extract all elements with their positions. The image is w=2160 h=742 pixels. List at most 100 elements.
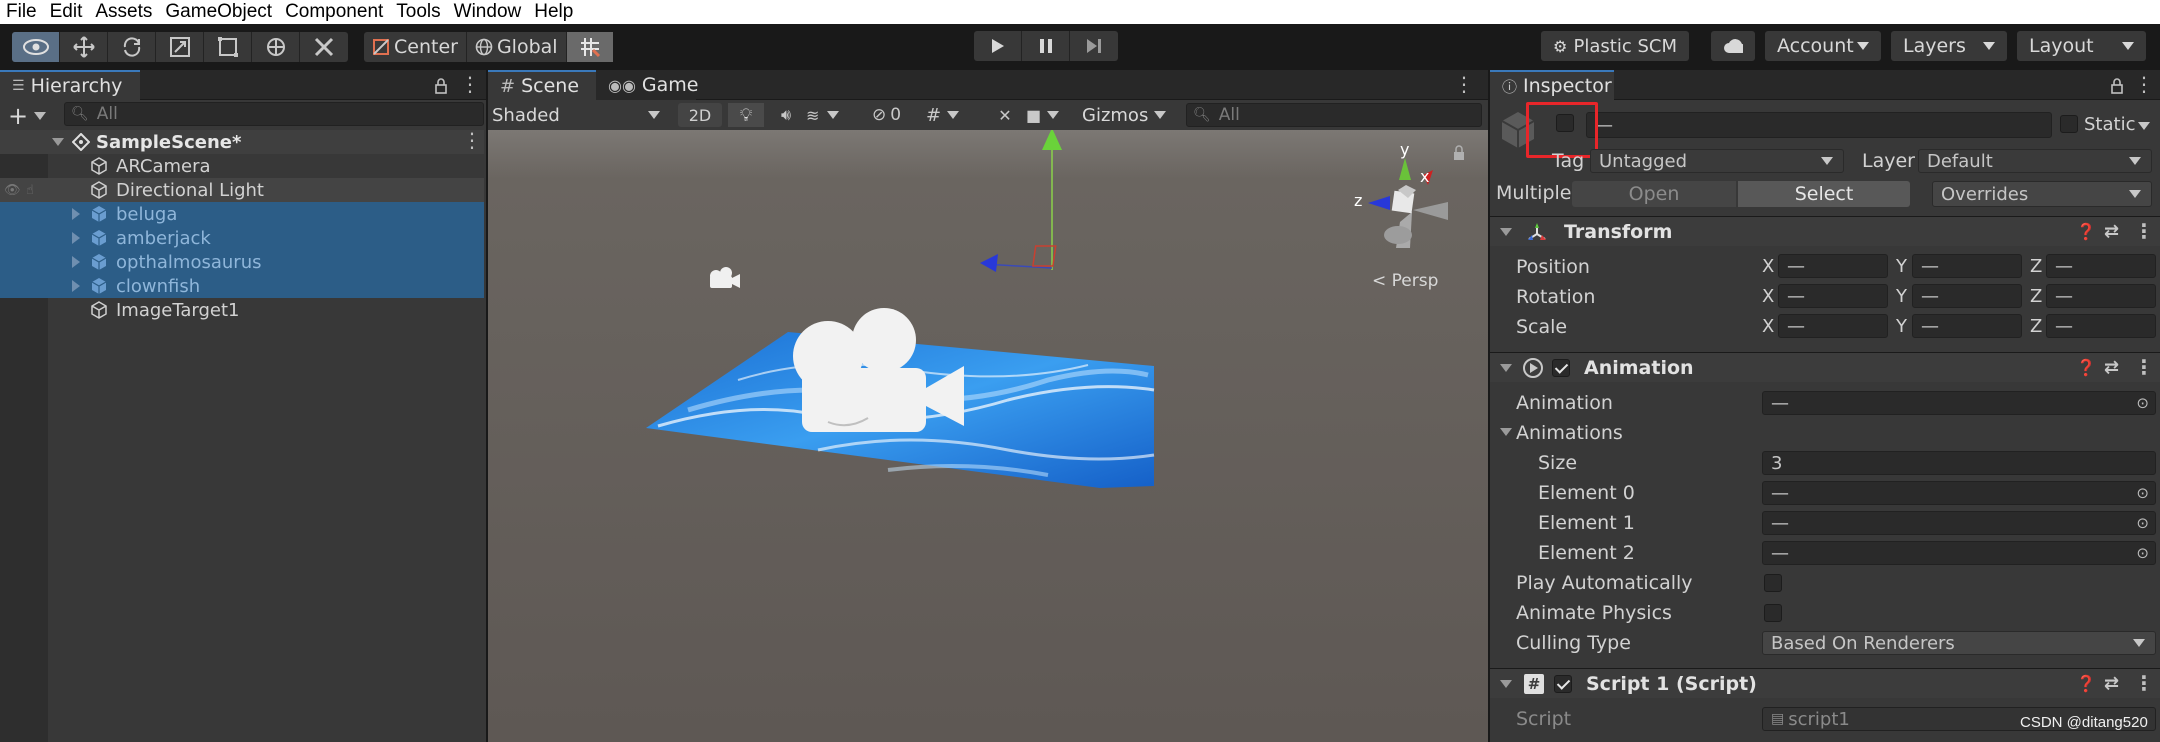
camera-dropdown[interactable]: ■ [1026, 103, 1076, 127]
more-options-icon[interactable]: ⋮ [2134, 355, 2154, 379]
position-z-field[interactable]: — [2046, 254, 2156, 278]
object-picker-icon[interactable]: ⊙ [2136, 484, 2149, 502]
transform-tool-button[interactable] [252, 32, 300, 62]
help-icon[interactable]: ❓ [2076, 674, 2096, 693]
overrides-dropdown[interactable]: Overrides [1932, 181, 2152, 207]
step-button[interactable] [1070, 31, 1118, 61]
scale-tool-button[interactable] [156, 32, 204, 62]
menu-assets[interactable]: Assets [95, 1, 152, 23]
add-icon[interactable]: + [8, 102, 28, 130]
tab-inspector[interactable]: ⓘ Inspector [1490, 70, 1614, 100]
more-options-icon[interactable]: ⋮ [2134, 72, 2154, 96]
persp-label[interactable]: < Persp [1372, 271, 1438, 291]
element-field[interactable]: — ⊙ [1762, 481, 2156, 505]
layout-dropdown[interactable]: Layout [2017, 31, 2146, 61]
plastic-scm-button[interactable]: ⚙ Plastic SCM [1541, 31, 1689, 61]
script-header[interactable]: # Script 1 (Script) ❓ ⇄ ⋮ [1490, 668, 2160, 698]
object-picker-icon[interactable]: ⊙ [2136, 394, 2149, 412]
hierarchy-item[interactable]: 👁︎ ☝︎ Directional Light [0, 178, 484, 202]
object-name-field[interactable]: — [1586, 112, 2052, 138]
menu-edit[interactable]: Edit [50, 1, 83, 23]
hierarchy-item[interactable]: beluga [0, 202, 484, 226]
select-button[interactable]: Select [1738, 181, 1910, 207]
hidden-objects-toggle[interactable]: ⊘ 0 [872, 103, 920, 127]
scale-z-field[interactable]: — [2046, 314, 2156, 338]
account-dropdown[interactable]: Account [1765, 31, 1881, 61]
lock-icon[interactable] [2110, 78, 2124, 94]
scale-y-field[interactable]: — [1912, 314, 2022, 338]
culling-type-dropdown[interactable]: Based On Renderers [1762, 631, 2156, 655]
view-tool-button[interactable] [12, 32, 60, 62]
pick-icon[interactable]: ☝︎ [26, 183, 34, 198]
expand-icon[interactable] [1500, 679, 1512, 688]
mode-2d-button[interactable]: 2D [678, 103, 722, 127]
lighting-toggle[interactable]: 💡︎ [728, 103, 764, 127]
object-picker-icon[interactable]: ⊙ [2136, 514, 2149, 532]
lock-icon[interactable] [434, 78, 448, 94]
static-checkbox[interactable] [2060, 115, 2078, 133]
layers-dropdown[interactable]: Layers [1891, 31, 2007, 61]
animation-enabled-checkbox[interactable] [1552, 358, 1570, 377]
play-automatically-checkbox[interactable] [1764, 574, 1782, 592]
tag-dropdown[interactable]: Untagged [1590, 149, 1844, 173]
scene-viewport[interactable]: y x z < Persp [488, 130, 1488, 742]
object-picker-icon[interactable]: ⊙ [2136, 544, 2149, 562]
script-enabled-checkbox[interactable] [1554, 674, 1572, 693]
grid-dropdown[interactable]: # [926, 103, 986, 127]
expand-icon[interactable] [72, 208, 80, 220]
chevron-down-icon[interactable] [34, 112, 46, 120]
rect-tool-button[interactable] [204, 32, 252, 62]
expand-icon[interactable] [1500, 428, 1512, 436]
eye-icon[interactable]: 👁︎ [4, 183, 21, 198]
size-field[interactable]: 3 [1762, 451, 2156, 475]
position-x-field[interactable]: — [1778, 254, 1888, 278]
animation-clip-field[interactable]: — ⊙ [1762, 391, 2156, 415]
effects-dropdown[interactable]: ≋ [806, 103, 862, 127]
menu-window[interactable]: Window [454, 1, 522, 23]
hierarchy-item[interactable]: ARCamera [0, 154, 484, 178]
element-field[interactable]: — ⊙ [1762, 541, 2156, 565]
open-button[interactable]: Open [1572, 181, 1736, 207]
grid-snap-button[interactable] [566, 32, 613, 62]
hierarchy-item[interactable]: opthalmosaurus [0, 250, 484, 274]
animate-physics-checkbox[interactable] [1764, 604, 1782, 622]
animation-header[interactable]: Animation ❓ ⇄ ⋮ [1490, 352, 2160, 382]
shading-mode-dropdown[interactable]: Shaded [492, 103, 668, 127]
menu-help[interactable]: Help [534, 1, 573, 23]
rotation-y-field[interactable]: — [1912, 284, 2022, 308]
scene-row[interactable]: SampleScene* ⋮ [0, 128, 484, 154]
tab-game[interactable]: ◉◉ Game [596, 70, 699, 100]
expand-icon[interactable] [72, 280, 80, 292]
tab-hierarchy[interactable]: ☰ Hierarchy [0, 70, 140, 100]
position-y-field[interactable]: — [1912, 254, 2022, 278]
more-options-icon[interactable]: ⋮ [460, 72, 480, 96]
custom-tool-button[interactable] [300, 32, 348, 62]
help-icon[interactable]: ❓ [2076, 358, 2096, 377]
menu-gameobject[interactable]: GameObject [165, 1, 272, 23]
scene-search-input[interactable]: 🔍︎ All [1186, 103, 1482, 127]
expand-icon[interactable] [72, 256, 80, 268]
presets-icon[interactable]: ⇄ [2104, 221, 2119, 242]
tools-toggle[interactable]: ✕ [988, 103, 1022, 127]
hierarchy-item[interactable]: amberjack [0, 226, 484, 250]
more-options-icon[interactable]: ⋮ [1454, 72, 1474, 96]
hierarchy-search-input[interactable]: 🔍︎ All [64, 102, 484, 126]
expand-icon[interactable] [72, 232, 80, 244]
cloud-button[interactable] [1711, 31, 1755, 61]
help-icon[interactable]: ❓ [2076, 222, 2096, 241]
menu-component[interactable]: Component [285, 1, 383, 23]
pause-button[interactable] [1022, 31, 1070, 61]
expand-icon[interactable] [52, 138, 64, 146]
hierarchy-item[interactable]: ImageTarget1 [0, 298, 484, 322]
play-button[interactable] [974, 31, 1022, 61]
tab-scene[interactable]: # Scene [488, 70, 596, 100]
rotation-x-field[interactable]: — [1778, 284, 1888, 308]
pivot-center-button[interactable]: Center [364, 32, 467, 62]
expand-icon[interactable] [1500, 227, 1512, 236]
presets-icon[interactable]: ⇄ [2104, 673, 2119, 694]
layer-dropdown[interactable]: Default [1918, 149, 2152, 173]
more-options-icon[interactable]: ⋮ [2134, 219, 2154, 243]
audio-toggle[interactable]: 🔊︎ [768, 103, 804, 127]
scale-x-field[interactable]: — [1778, 314, 1888, 338]
hierarchy-item[interactable]: clownfish [0, 274, 484, 298]
